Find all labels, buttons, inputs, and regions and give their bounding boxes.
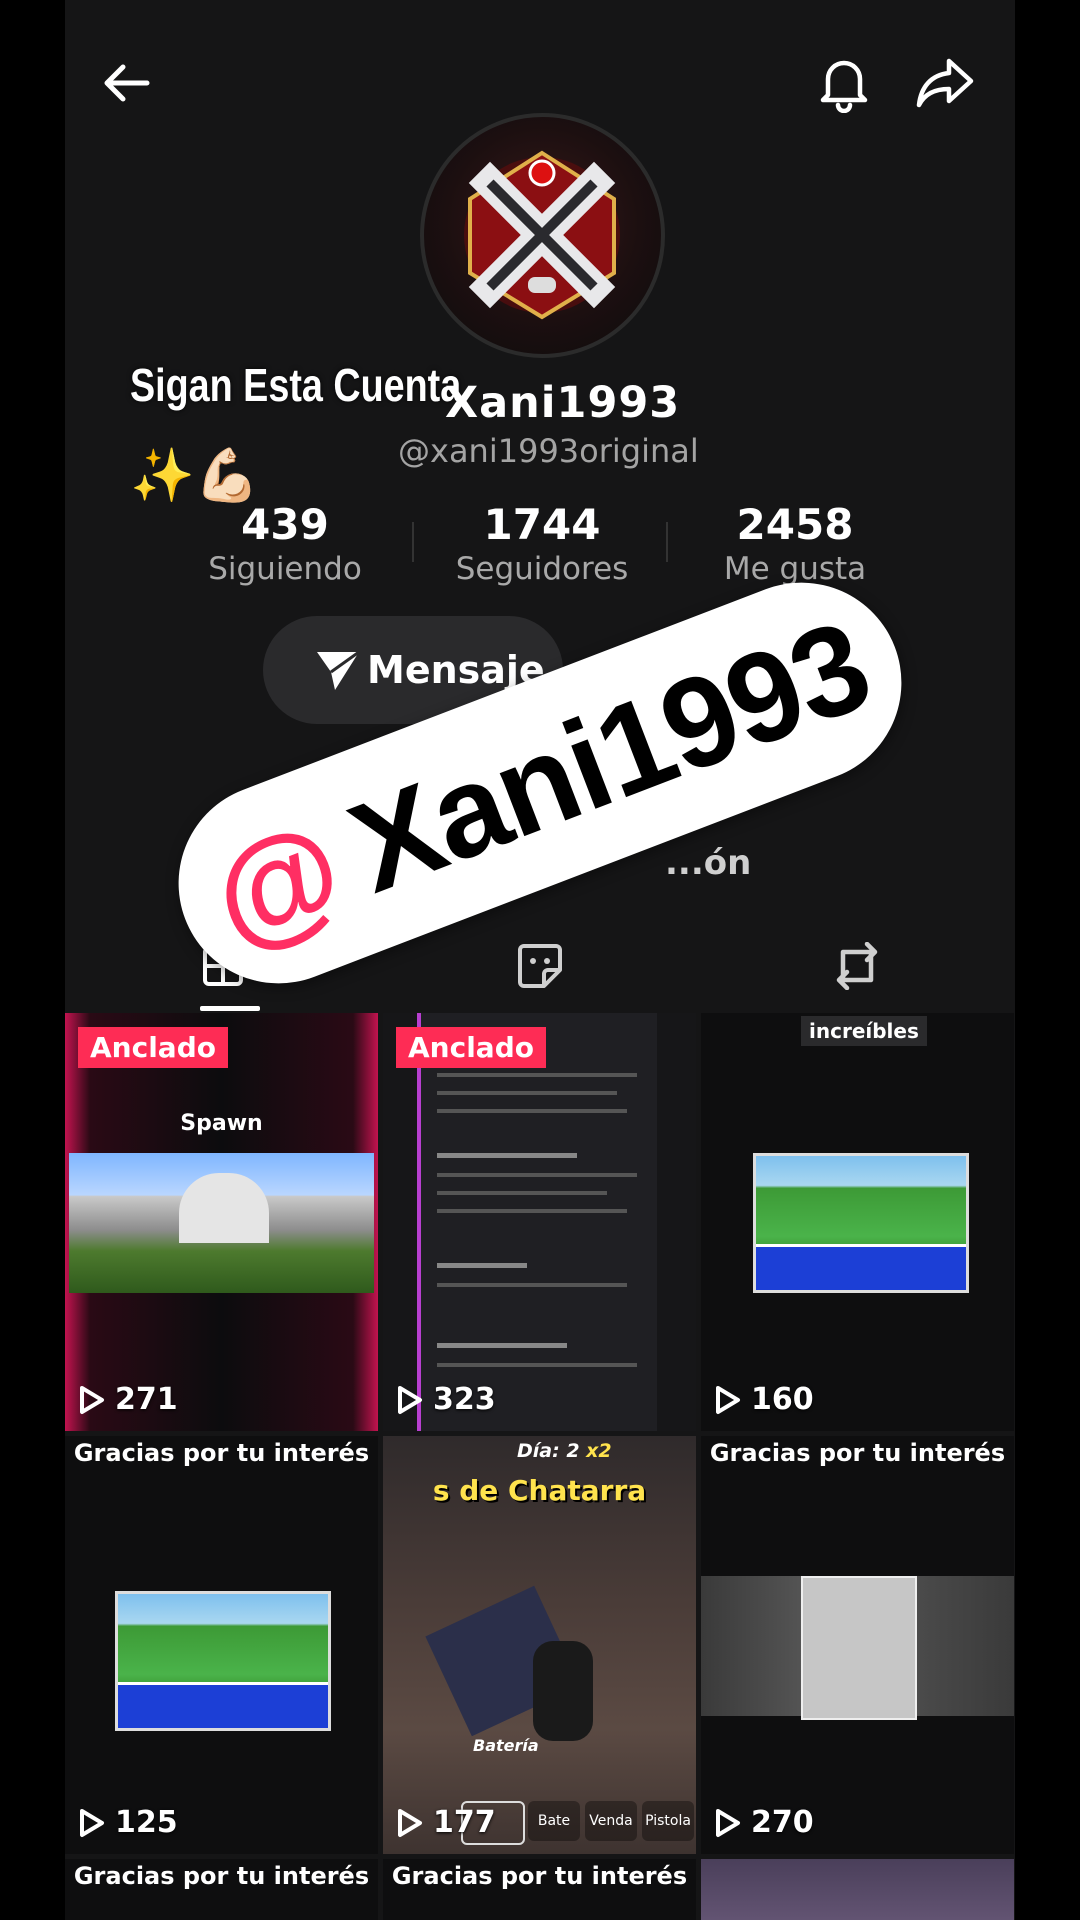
text-line <box>437 1073 637 1077</box>
hotbar-slot[interactable]: Bate <box>528 1801 580 1841</box>
view-count: 270 <box>715 1805 814 1840</box>
video-thumbnail[interactable]: Anclado Spawn 271 <box>65 1013 378 1431</box>
video-caption: Spawn <box>180 1111 263 1136</box>
rules-document <box>417 1013 657 1431</box>
text-line <box>437 1209 627 1213</box>
text-line <box>437 1091 617 1095</box>
tab-reposts[interactable] <box>699 920 1015 1012</box>
view-count-value: 270 <box>751 1805 814 1840</box>
text-line <box>437 1109 627 1113</box>
pinned-badge: Anclado <box>396 1027 546 1068</box>
stat-followers[interactable]: 1744 Seguidores <box>432 500 652 587</box>
stat-following-value: 439 <box>241 500 329 549</box>
partial-hidden-label: ...ón <box>665 843 752 883</box>
view-count: 160 <box>715 1382 814 1417</box>
display-name: Xani1993 <box>445 378 681 428</box>
game-character <box>533 1641 593 1741</box>
game-multiplier: x2 <box>586 1440 612 1462</box>
view-count: 125 <box>79 1805 178 1840</box>
overlay-caption: Sigan Esta Cuenta <box>130 359 462 411</box>
stat-followers-label: Seguidores <box>455 551 629 587</box>
text-line <box>437 1283 627 1287</box>
play-icon <box>80 1385 104 1414</box>
banner-at-sign: @ <box>193 795 360 974</box>
share-arrow-icon <box>916 58 974 108</box>
video-caption: increíbles <box>801 1016 927 1046</box>
stat-following[interactable]: 439 Siguiendo <box>175 500 395 587</box>
hotbar-slot[interactable]: Venda <box>585 1801 637 1841</box>
view-count-value: 271 <box>115 1382 178 1417</box>
game-day-value: Día: 2 <box>517 1440 580 1462</box>
repost-icon <box>836 942 878 990</box>
stat-divider <box>412 522 414 562</box>
text-line <box>437 1191 607 1195</box>
play-icon <box>80 1808 104 1837</box>
play-icon <box>398 1808 422 1837</box>
play-icon <box>716 1808 740 1837</box>
avatar[interactable] <box>420 113 665 358</box>
video-thumbnail[interactable]: Gracias por tu interés <box>383 1859 696 1920</box>
pinned-badge: Anclado <box>78 1027 228 1068</box>
username-handle: @xani1993original <box>398 432 699 470</box>
back-button[interactable] <box>92 48 162 118</box>
stat-followers-value: 1744 <box>483 500 601 549</box>
game-item-label: Batería <box>473 1736 539 1755</box>
play-icon <box>716 1385 740 1414</box>
video-caption: Gracias por tu interés <box>709 1439 1006 1467</box>
profile-screen: Sigan Esta Cuenta ✨💪🏻 Xani1993 @xani1993… <box>65 0 1015 1920</box>
stat-divider <box>666 522 668 562</box>
view-count: 177 <box>397 1805 496 1840</box>
inventory-panel <box>801 1576 917 1720</box>
minecraft-scene <box>69 1153 374 1293</box>
notification-bell-button[interactable] <box>809 48 879 118</box>
stat-likes[interactable]: 2458 Me gusta <box>685 500 905 587</box>
minecraft-inventory-scene <box>701 1576 1014 1720</box>
view-count: 323 <box>397 1382 496 1417</box>
avatar-x-logo <box>464 150 620 320</box>
stat-following-label: Siguiendo <box>208 551 362 587</box>
video-caption: Gracias por tu interés <box>73 1862 370 1890</box>
video-caption: s de Chatarra <box>432 1474 647 1507</box>
snes-battle-screen <box>115 1591 331 1731</box>
video-thumbnail[interactable]: Gracias por tu interés 125 <box>65 1436 378 1854</box>
text-line <box>437 1343 567 1348</box>
video-thumbnail[interactable]: Gracias por tu interés <box>65 1859 378 1920</box>
view-count-value: 323 <box>433 1382 496 1417</box>
building-shape <box>179 1173 269 1243</box>
video-thumbnail[interactable] <box>701 1859 1014 1920</box>
video-thumbnail[interactable]: increíbles 160 <box>701 1013 1014 1431</box>
view-count-value: 177 <box>433 1805 496 1840</box>
view-count-value: 160 <box>751 1382 814 1417</box>
text-line <box>437 1153 577 1158</box>
game-day-label: Día: 2 x2 <box>517 1440 612 1462</box>
video-caption: Gracias por tu interés <box>73 1439 370 1467</box>
tab-stickers[interactable] <box>382 920 698 1012</box>
sticker-icon <box>518 944 562 988</box>
send-icon <box>317 650 360 690</box>
text-line <box>437 1363 637 1367</box>
text-line <box>437 1173 637 1177</box>
bell-icon <box>820 60 868 113</box>
snes-battle-screen <box>753 1153 969 1293</box>
view-count: 271 <box>79 1382 178 1417</box>
video-thumbnail[interactable]: Gracias por tu interés 270 <box>701 1436 1014 1854</box>
play-icon <box>398 1385 422 1414</box>
hotbar-slot[interactable]: Pistola <box>642 1801 694 1841</box>
text-line <box>437 1263 527 1268</box>
video-thumbnail[interactable]: Anclado 323 <box>383 1013 696 1431</box>
stat-likes-value: 2458 <box>736 500 854 549</box>
arrow-left-icon <box>104 64 150 102</box>
video-caption: Gracias por tu interés <box>391 1862 688 1890</box>
overlay-emoji: ✨💪🏻 <box>130 446 260 506</box>
view-count-value: 125 <box>115 1805 178 1840</box>
video-thumbnail[interactable]: Día: 2 x2 s de Chatarra Batería Bate Ven… <box>383 1436 696 1854</box>
share-button[interactable] <box>910 48 980 118</box>
